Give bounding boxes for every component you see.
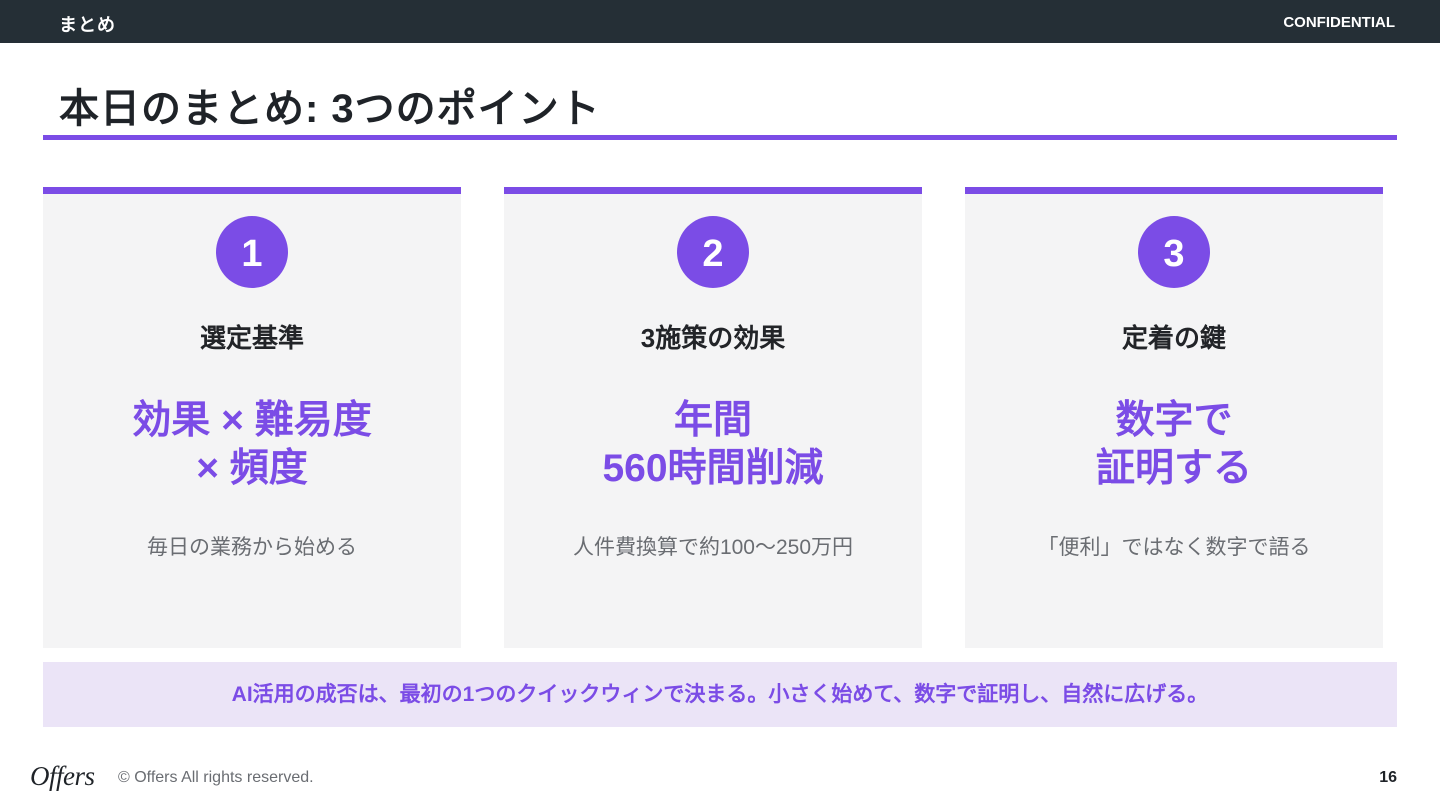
- point-highlight-line: × 頻度: [196, 447, 308, 490]
- point-card-3: 3 定着の鍵 数字で 証明する 「便利」ではなく数字で語る: [965, 187, 1383, 648]
- offers-logo: Offers: [30, 761, 95, 791]
- point-highlight: 数字で 証明する: [965, 397, 1383, 493]
- point-highlight-line: 560時間削減: [602, 447, 824, 490]
- point-description: 「便利」ではなく数字で語る: [1037, 536, 1311, 559]
- page-number: 16: [1379, 769, 1397, 786]
- point-highlight-line: 年間: [673, 399, 752, 442]
- slide: まとめ CONFIDENTIAL 本日のまとめ: 3つのポイント 1 選定基準 …: [0, 0, 1440, 810]
- title-underline: [43, 135, 1397, 140]
- point-highlight: 効果 × 難易度 × 頻度: [43, 397, 461, 493]
- summary-banner: AI活用の成否は、最初の1つのクイックウィンで決まる。小さく始めて、数字で証明し…: [43, 662, 1397, 727]
- page-title: 本日のまとめ: 3つのポイント: [59, 87, 601, 131]
- point-number-badge: 1: [216, 216, 288, 288]
- point-card-1: 1 選定基準 効果 × 難易度 × 頻度 毎日の業務から始める: [43, 187, 461, 648]
- top-bar: まとめ CONFIDENTIAL: [0, 0, 1440, 43]
- point-number-badge: 2: [677, 216, 749, 288]
- confidential-label: CONFIDENTIAL: [1283, 14, 1395, 31]
- point-heading: 3施策の効果: [640, 323, 786, 353]
- point-card-2: 2 3施策の効果 年間 560時間削減 人件費換算で約100〜250万円: [504, 187, 922, 648]
- section-label: まとめ: [59, 15, 116, 35]
- point-heading: 定着の鍵: [1121, 323, 1226, 353]
- point-description: 人件費換算で約100〜250万円: [572, 536, 854, 559]
- point-description: 毎日の業務から始める: [147, 536, 357, 559]
- point-highlight-line: 効果 × 難易度: [132, 399, 372, 442]
- point-highlight-line: 証明する: [1095, 447, 1252, 490]
- point-heading: 選定基準: [199, 323, 304, 353]
- point-highlight-line: 数字で: [1115, 399, 1233, 442]
- point-highlight: 年間 560時間削減: [504, 397, 922, 493]
- copyright-text: © Offers All rights reserved.: [118, 769, 314, 786]
- point-number-badge: 3: [1138, 216, 1210, 288]
